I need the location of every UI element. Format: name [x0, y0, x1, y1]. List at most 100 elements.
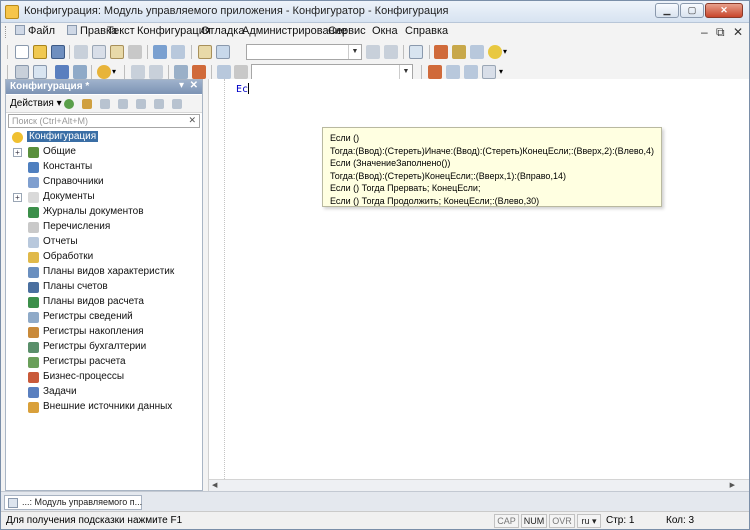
scroll-left-icon[interactable]: ◀ [212, 481, 217, 489]
config-search-input[interactable]: Поиск (Ctrl+Alt+M) ✕ [8, 114, 200, 128]
open-folder-icon[interactable] [33, 45, 47, 59]
expand-icon[interactable]: + [13, 193, 22, 202]
mdi-close-button[interactable]: ✕ [733, 25, 743, 39]
clear-bookmarks-icon[interactable] [482, 65, 496, 79]
status-hint: Для получения подсказки нажмите F1 [6, 515, 183, 526]
tree-item[interactable]: Планы видов расчета [6, 295, 202, 310]
help-topic-icon[interactable] [452, 45, 466, 59]
tree-item[interactable]: Журналы документов [6, 205, 202, 220]
prev-bookmark-icon[interactable] [464, 65, 478, 79]
procedures-icon[interactable] [234, 65, 248, 79]
tree-item[interactable]: Справочники [6, 175, 202, 190]
tree-item[interactable]: + Документы [6, 190, 202, 205]
new-file-icon[interactable] [15, 45, 29, 59]
delete-object-icon[interactable] [118, 99, 128, 109]
toolbar-overflow-icon[interactable]: ▾ [499, 65, 513, 79]
tree-item[interactable]: Планы счетов [6, 280, 202, 295]
edit-icon[interactable] [82, 99, 92, 109]
tree-item[interactable]: Отчеты [6, 235, 202, 250]
code-line[interactable]: Ес [236, 83, 250, 95]
menu-configuration[interactable]: Конфигурация [137, 25, 211, 37]
config-tree-icon[interactable] [15, 65, 29, 79]
hint-line[interactable]: Если () Тогда Прервать; КонецЕсли; [330, 183, 480, 193]
next-bookmark-icon[interactable] [446, 65, 460, 79]
move-down-icon[interactable] [154, 99, 164, 109]
language-selector[interactable]: ru ▾ [577, 514, 601, 528]
autocomplete-hint[interactable]: Если () Тогда:(Ввод):(Стереть)Иначе:(Ввод… [322, 127, 662, 207]
minimize-button[interactable]: ▁ [655, 3, 679, 18]
module-icon[interactable] [131, 65, 145, 79]
chevron-down-icon[interactable]: ▼ [399, 65, 412, 79]
task-tab-module[interactable]: ...: Модуль управляемого п... [4, 495, 142, 510]
tree-item[interactable]: Регистры накопления [6, 325, 202, 340]
menu-text[interactable]: Текст [107, 25, 135, 37]
procedure-combo[interactable]: ▼ [251, 64, 413, 80]
mdi-restore-button[interactable]: ⧉ [716, 25, 725, 40]
panel-close-icon[interactable]: ✕ [190, 80, 198, 91]
move-up-icon[interactable] [136, 99, 146, 109]
save-icon[interactable] [51, 45, 65, 59]
pin-icon[interactable]: ▾ [179, 80, 184, 91]
tree-item[interactable]: + Общие [6, 145, 202, 160]
tree-item[interactable]: Перечисления [6, 220, 202, 235]
copy-object-icon[interactable] [100, 99, 110, 109]
bookmark-icon[interactable] [428, 65, 442, 79]
actions-menu[interactable]: Действия ▾ [10, 98, 62, 109]
tree-root[interactable]: Конфигурация [6, 130, 202, 145]
tree-item[interactable]: Обработки [6, 250, 202, 265]
tree-item[interactable]: Регистры бухгалтерии [6, 340, 202, 355]
undo-icon[interactable] [153, 45, 167, 59]
search-icon[interactable] [216, 45, 230, 59]
horizontal-scrollbar[interactable]: ◀ ▶ [209, 479, 749, 491]
hint-line[interactable]: Тогда:(Ввод):(Стереть)Иначе:(Ввод):(Стер… [330, 146, 654, 156]
hint-line[interactable]: Если () Тогда Продолжить; КонецЕсли;:(Вл… [330, 196, 539, 206]
windows-list-icon[interactable] [409, 45, 423, 59]
code-editor[interactable]: Ес Если () Тогда:(Ввод):(Стереть)Иначе:(В… [208, 79, 749, 491]
clear-search-icon[interactable]: ✕ [188, 115, 196, 126]
delete-icon[interactable] [128, 45, 142, 59]
tree-item[interactable]: Регистры сведений [6, 310, 202, 325]
scroll-right-icon[interactable]: ▶ [730, 481, 735, 489]
menu-help[interactable]: Справка [405, 25, 448, 37]
start-debug-icon[interactable] [97, 65, 111, 79]
chevron-down-icon[interactable]: ▼ [348, 45, 361, 59]
tree-item[interactable]: Внешние источники данных [6, 400, 202, 415]
sort-icon[interactable] [172, 99, 182, 109]
hint-line[interactable]: Если () [330, 133, 359, 143]
toolbar-overflow-icon[interactable]: ▾ [503, 45, 517, 59]
menu-service[interactable]: Сервис [328, 25, 366, 37]
tools-icon[interactable] [434, 45, 448, 59]
copy-icon[interactable] [92, 45, 106, 59]
tree-item[interactable]: Регистры расчета [6, 355, 202, 370]
db-icon[interactable] [55, 65, 69, 79]
cut-icon[interactable] [74, 45, 88, 59]
form-icon[interactable] [149, 65, 163, 79]
hint-line[interactable]: Тогда:(Ввод):(Стереть)КонецЕсли;:(Вверх,… [330, 171, 566, 181]
find-previous-icon[interactable] [384, 45, 398, 59]
menu-file[interactable]: Файл [15, 25, 55, 37]
db-update-icon[interactable] [73, 65, 87, 79]
tree-item[interactable]: Бизнес-процессы [6, 370, 202, 385]
config-props-icon[interactable] [33, 65, 47, 79]
close-button[interactable]: ✕ [705, 3, 743, 18]
menu-debug[interactable]: Отладка [201, 25, 244, 37]
search-combo[interactable]: ▼ [246, 44, 362, 60]
paste-icon[interactable] [110, 45, 124, 59]
hint-line[interactable]: Если (ЗначениеЗаполнено()) [330, 158, 450, 168]
expand-icon[interactable]: + [13, 148, 22, 157]
comment-icon[interactable] [174, 65, 188, 79]
tree-item[interactable]: Задачи [6, 385, 202, 400]
uncomment-icon[interactable] [192, 65, 206, 79]
find-next-icon[interactable] [366, 45, 380, 59]
syntax-check-icon[interactable] [217, 65, 231, 79]
mdi-minimize-button[interactable]: – [701, 25, 708, 39]
menu-windows[interactable]: Окна [372, 25, 398, 37]
tree-item[interactable]: Константы [6, 160, 202, 175]
redo-icon[interactable] [171, 45, 185, 59]
tree-item[interactable]: Планы видов характеристик [6, 265, 202, 280]
info-icon[interactable] [488, 45, 502, 59]
help-search-icon[interactable] [470, 45, 484, 59]
add-icon[interactable] [64, 99, 74, 109]
maximize-button[interactable]: ▢ [680, 3, 704, 18]
find-in-file-icon[interactable] [198, 45, 212, 59]
